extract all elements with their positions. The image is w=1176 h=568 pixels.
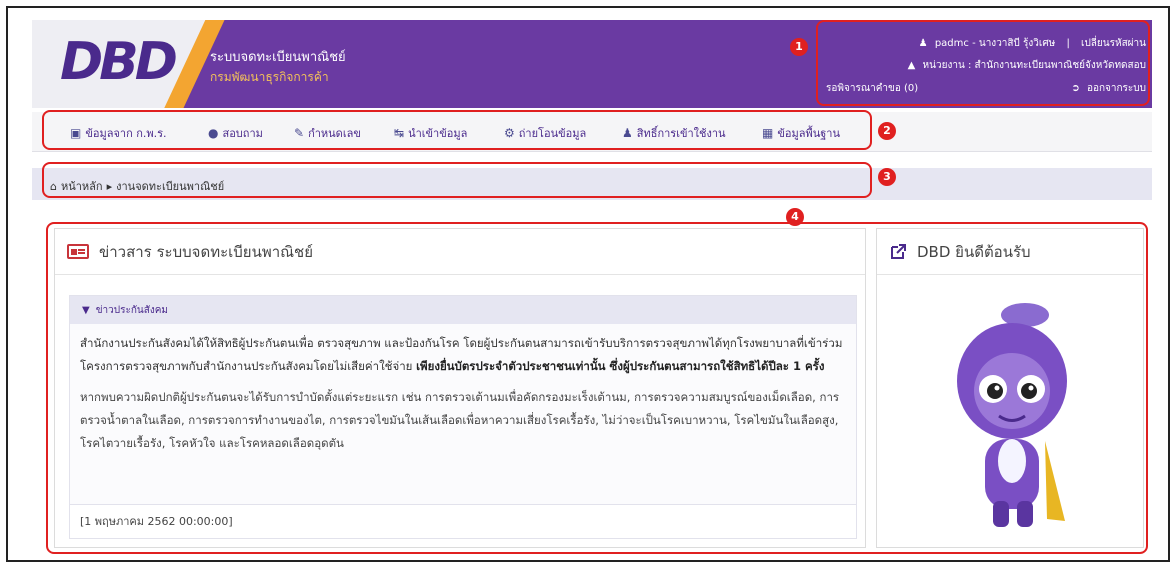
breadcrumb: ⌂ หน้าหลัก ▸ งานจดทะเบียนพาณิชย์	[32, 168, 1152, 200]
news-date: [1 พฤษภาคม 2562 00:00:00]	[70, 504, 856, 538]
user-name[interactable]: padmc - นางวาสิบี รุ้งวิเศษ	[935, 38, 1055, 49]
sitemap-icon: ▲	[907, 60, 916, 71]
change-password-link[interactable]: เปลี่ยนรหัสผ่าน	[1081, 38, 1146, 49]
news-panel-title: ข่าวสาร ระบบจดทะเบียนพาณิชย์	[99, 242, 314, 261]
separator: |	[1066, 38, 1070, 49]
welcome-panel: DBD ยินดีต้อนรับ	[876, 228, 1144, 548]
dbd-mascot-image	[957, 303, 1067, 527]
breadcrumb-current: งานจดทะเบียนพาณิชย์	[116, 180, 225, 193]
logout-link[interactable]: ออกจากระบบ	[1087, 83, 1146, 94]
dbd-logo: DBD	[60, 32, 178, 92]
app-title: ระบบจดทะเบียนพาณิชย์	[210, 50, 346, 65]
breadcrumb-home[interactable]: หน้าหลัก	[61, 177, 103, 195]
nav-item-master-data[interactable]: ▦ ข้อมูลพื้นฐาน	[762, 124, 840, 142]
news-category: ข่าวประกันสังคม	[95, 304, 169, 316]
nav-item-transfer[interactable]: ⚙ ถ่ายโอนข้อมูล	[504, 124, 586, 142]
nav-item-permissions[interactable]: ♟ สิทธิ์การเข้าใช้งาน	[622, 124, 726, 142]
news-paragraph-2: หากพบความผิดปกติผู้ประกันตนจะได้รับการบำ…	[80, 390, 840, 450]
annotation-badge-3: 3	[878, 168, 896, 186]
news-item: ▼ ข่าวประกันสังคม สำนักงานประกันสังคมได้…	[69, 295, 857, 539]
nav-item-import[interactable]: ↹ นำเข้าข้อมูล	[394, 124, 467, 142]
gear-icon: ⚙	[504, 126, 515, 140]
news-panel: ข่าวสาร ระบบจดทะเบียนพาณิชย์ ▼ ข่าวประกั…	[54, 228, 866, 548]
news-category-toggle[interactable]: ▼ ข่าวประกันสังคม	[70, 296, 856, 324]
user-icon: ♟	[918, 38, 928, 49]
annotation-badge-2: 2	[878, 122, 896, 140]
chevron-right-icon: ▸	[106, 179, 113, 193]
user-info-box: ♟ padmc - นางวาสิบี รุ้งวิเศษ | เปลี่ยนร…	[822, 26, 1152, 108]
external-link-icon	[891, 243, 906, 259]
annotation-badge-1: 1	[790, 38, 808, 56]
app-subtitle: กรมพัฒนาธุรกิจการค้า	[210, 70, 329, 84]
logout-icon: ➲	[1071, 83, 1080, 94]
edit-icon: ✎	[294, 126, 305, 140]
nav-item-inquiry[interactable]: ● สอบถาม	[208, 124, 263, 142]
home-icon: ⌂	[50, 179, 57, 193]
nav-item-gpr-data[interactable]: ▣ ข้อมูลจาก ก.พ.ร.	[70, 124, 167, 142]
chevron-down-icon: ▼	[82, 304, 90, 316]
main-nav: ▣ ข้อมูลจาก ก.พ.ร. ● สอบถาม ✎ กำหนดเลข ↹…	[32, 112, 1152, 152]
annotation-badge-4: 4	[786, 208, 804, 226]
nav-item-assign-number[interactable]: ✎ กำหนดเลข	[294, 124, 361, 142]
agency-label: หน่วยงาน : สำนักงานทะเบียนพาณิชย์จังหวัด…	[922, 60, 1146, 71]
user-icon: ♟	[622, 126, 633, 140]
app-header: DBD ระบบจดทะเบียนพาณิชย์ กรมพัฒนาธุรกิจก…	[32, 20, 1152, 108]
newspaper-icon	[67, 244, 89, 259]
news-paragraph-1: สำนักงานประกันสังคมได้ให้สิทธิผู้ประกันต…	[80, 336, 843, 373]
pending-requests-link[interactable]: รอพิจารณาคำขอ (0)	[826, 81, 918, 96]
monitor-icon: ▣	[70, 126, 82, 140]
page-frame: DBD ระบบจดทะเบียนพาณิชย์ กรมพัฒนาธุรกิจก…	[6, 6, 1170, 562]
table-icon: ▦	[762, 126, 774, 140]
import-icon: ↹	[394, 126, 405, 140]
chat-icon: ●	[208, 126, 219, 140]
welcome-title: DBD ยินดีต้อนรับ	[917, 242, 1031, 261]
